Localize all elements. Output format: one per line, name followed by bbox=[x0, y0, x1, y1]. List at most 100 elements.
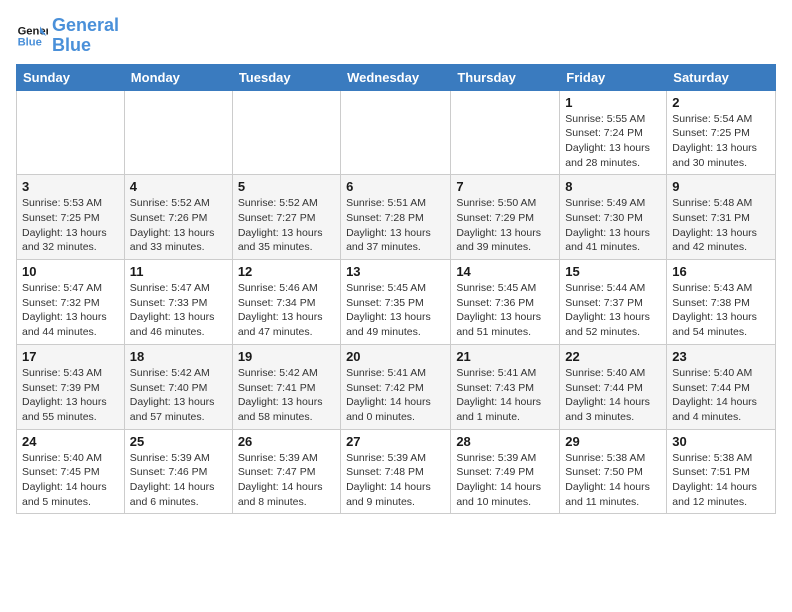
day-info: Sunrise: 5:43 AM Sunset: 7:39 PM Dayligh… bbox=[22, 366, 119, 425]
calendar-cell: 15 Sunrise: 5:44 AM Sunset: 7:37 PM Dayli… bbox=[560, 260, 667, 345]
day-info: Sunrise: 5:42 AM Sunset: 7:40 PM Dayligh… bbox=[130, 366, 227, 425]
day-info: Sunrise: 5:40 AM Sunset: 7:44 PM Dayligh… bbox=[672, 366, 770, 425]
day-number: 30 bbox=[672, 434, 770, 449]
day-number: 9 bbox=[672, 179, 770, 194]
day-number: 26 bbox=[238, 434, 335, 449]
day-info: Sunrise: 5:40 AM Sunset: 7:45 PM Dayligh… bbox=[22, 451, 119, 510]
svg-text:General: General bbox=[18, 25, 48, 37]
day-number: 7 bbox=[456, 179, 554, 194]
day-number: 6 bbox=[346, 179, 445, 194]
day-number: 28 bbox=[456, 434, 554, 449]
day-number: 27 bbox=[346, 434, 445, 449]
day-number: 21 bbox=[456, 349, 554, 364]
day-number: 4 bbox=[130, 179, 227, 194]
day-info: Sunrise: 5:39 AM Sunset: 7:48 PM Dayligh… bbox=[346, 451, 445, 510]
day-number: 12 bbox=[238, 264, 335, 279]
day-number: 11 bbox=[130, 264, 227, 279]
day-number: 20 bbox=[346, 349, 445, 364]
week-row-3: 10 Sunrise: 5:47 AM Sunset: 7:32 PM Dayli… bbox=[17, 260, 776, 345]
day-info: Sunrise: 5:39 AM Sunset: 7:49 PM Dayligh… bbox=[456, 451, 554, 510]
svg-text:Blue: Blue bbox=[18, 36, 42, 48]
day-info: Sunrise: 5:41 AM Sunset: 7:42 PM Dayligh… bbox=[346, 366, 445, 425]
calendar-cell: 24 Sunrise: 5:40 AM Sunset: 7:45 PM Dayli… bbox=[17, 429, 125, 514]
day-info: Sunrise: 5:39 AM Sunset: 7:46 PM Dayligh… bbox=[130, 451, 227, 510]
day-info: Sunrise: 5:53 AM Sunset: 7:25 PM Dayligh… bbox=[22, 196, 119, 255]
calendar-cell: 3Sunrise: 5:53 AM Sunset: 7:25 PM Daylig… bbox=[17, 175, 125, 260]
day-number: 15 bbox=[565, 264, 661, 279]
calendar-cell: 16 Sunrise: 5:43 AM Sunset: 7:38 PM Dayli… bbox=[667, 260, 776, 345]
logo-text: GeneralBlue bbox=[52, 16, 119, 56]
calendar-cell: 27 Sunrise: 5:39 AM Sunset: 7:48 PM Dayli… bbox=[341, 429, 451, 514]
day-info: Sunrise: 5:55 AM Sunset: 7:24 PM Dayligh… bbox=[565, 112, 661, 171]
calendar-cell: 11Sunrise: 5:47 AM Sunset: 7:33 PM Dayli… bbox=[124, 260, 232, 345]
day-info: Sunrise: 5:38 AM Sunset: 7:51 PM Dayligh… bbox=[672, 451, 770, 510]
weekday-header-sunday: Sunday bbox=[17, 64, 125, 90]
calendar-cell: 21 Sunrise: 5:41 AM Sunset: 7:43 PM Dayli… bbox=[451, 344, 560, 429]
weekday-header-monday: Monday bbox=[124, 64, 232, 90]
day-number: 2 bbox=[672, 95, 770, 110]
day-info: Sunrise: 5:48 AM Sunset: 7:31 PM Dayligh… bbox=[672, 196, 770, 255]
day-number: 22 bbox=[565, 349, 661, 364]
calendar-cell: 18 Sunrise: 5:42 AM Sunset: 7:40 PM Dayli… bbox=[124, 344, 232, 429]
calendar-cell: 17Sunrise: 5:43 AM Sunset: 7:39 PM Dayli… bbox=[17, 344, 125, 429]
day-number: 24 bbox=[22, 434, 119, 449]
calendar-cell: 7 Sunrise: 5:50 AM Sunset: 7:29 PM Daylig… bbox=[451, 175, 560, 260]
week-row-4: 17Sunrise: 5:43 AM Sunset: 7:39 PM Dayli… bbox=[17, 344, 776, 429]
calendar-cell: 9 Sunrise: 5:48 AM Sunset: 7:31 PM Daylig… bbox=[667, 175, 776, 260]
day-info: Sunrise: 5:45 AM Sunset: 7:36 PM Dayligh… bbox=[456, 281, 554, 340]
day-info: Sunrise: 5:52 AM Sunset: 7:26 PM Dayligh… bbox=[130, 196, 227, 255]
day-info: Sunrise: 5:43 AM Sunset: 7:38 PM Dayligh… bbox=[672, 281, 770, 340]
weekday-header-tuesday: Tuesday bbox=[232, 64, 340, 90]
day-info: Sunrise: 5:41 AM Sunset: 7:43 PM Dayligh… bbox=[456, 366, 554, 425]
calendar-cell: 1 Sunrise: 5:55 AM Sunset: 7:24 PM Daylig… bbox=[560, 90, 667, 175]
calendar-cell: 19Sunrise: 5:42 AM Sunset: 7:41 PM Dayli… bbox=[232, 344, 340, 429]
calendar-cell bbox=[17, 90, 125, 175]
day-number: 23 bbox=[672, 349, 770, 364]
calendar-cell: 6 Sunrise: 5:51 AM Sunset: 7:28 PM Daylig… bbox=[341, 175, 451, 260]
day-info: Sunrise: 5:42 AM Sunset: 7:41 PM Dayligh… bbox=[238, 366, 335, 425]
day-number: 13 bbox=[346, 264, 445, 279]
day-info: Sunrise: 5:44 AM Sunset: 7:37 PM Dayligh… bbox=[565, 281, 661, 340]
weekday-header-saturday: Saturday bbox=[667, 64, 776, 90]
calendar-cell: 30 Sunrise: 5:38 AM Sunset: 7:51 PM Dayli… bbox=[667, 429, 776, 514]
day-info: Sunrise: 5:45 AM Sunset: 7:35 PM Dayligh… bbox=[346, 281, 445, 340]
day-info: Sunrise: 5:52 AM Sunset: 7:27 PM Dayligh… bbox=[238, 196, 335, 255]
day-number: 8 bbox=[565, 179, 661, 194]
calendar-cell: 13 Sunrise: 5:45 AM Sunset: 7:35 PM Dayli… bbox=[341, 260, 451, 345]
calendar-cell: 26 Sunrise: 5:39 AM Sunset: 7:47 PM Dayli… bbox=[232, 429, 340, 514]
day-info: Sunrise: 5:54 AM Sunset: 7:25 PM Dayligh… bbox=[672, 112, 770, 171]
day-info: Sunrise: 5:47 AM Sunset: 7:32 PM Dayligh… bbox=[22, 281, 119, 340]
day-info: Sunrise: 5:38 AM Sunset: 7:50 PM Dayligh… bbox=[565, 451, 661, 510]
logo-icon: General Blue bbox=[16, 20, 48, 52]
day-info: Sunrise: 5:46 AM Sunset: 7:34 PM Dayligh… bbox=[238, 281, 335, 340]
day-info: Sunrise: 5:50 AM Sunset: 7:29 PM Dayligh… bbox=[456, 196, 554, 255]
day-number: 1 bbox=[565, 95, 661, 110]
day-number: 16 bbox=[672, 264, 770, 279]
day-number: 10 bbox=[22, 264, 119, 279]
day-number: 18 bbox=[130, 349, 227, 364]
calendar-cell: 22Sunrise: 5:40 AM Sunset: 7:44 PM Dayli… bbox=[560, 344, 667, 429]
calendar-cell bbox=[124, 90, 232, 175]
day-info: Sunrise: 5:49 AM Sunset: 7:30 PM Dayligh… bbox=[565, 196, 661, 255]
calendar-cell bbox=[341, 90, 451, 175]
calendar-cell: 2 Sunrise: 5:54 AM Sunset: 7:25 PM Daylig… bbox=[667, 90, 776, 175]
weekday-header-row: SundayMondayTuesdayWednesdayThursdayFrid… bbox=[17, 64, 776, 90]
weekday-header-wednesday: Wednesday bbox=[341, 64, 451, 90]
week-row-1: 1 Sunrise: 5:55 AM Sunset: 7:24 PM Daylig… bbox=[17, 90, 776, 175]
calendar-cell bbox=[232, 90, 340, 175]
calendar-cell: 8 Sunrise: 5:49 AM Sunset: 7:30 PM Daylig… bbox=[560, 175, 667, 260]
calendar-cell: 28 Sunrise: 5:39 AM Sunset: 7:49 PM Dayli… bbox=[451, 429, 560, 514]
day-number: 29 bbox=[565, 434, 661, 449]
day-info: Sunrise: 5:51 AM Sunset: 7:28 PM Dayligh… bbox=[346, 196, 445, 255]
week-row-5: 24 Sunrise: 5:40 AM Sunset: 7:45 PM Dayli… bbox=[17, 429, 776, 514]
calendar-cell: 29 Sunrise: 5:38 AM Sunset: 7:50 PM Dayli… bbox=[560, 429, 667, 514]
weekday-header-friday: Friday bbox=[560, 64, 667, 90]
calendar-cell: 23 Sunrise: 5:40 AM Sunset: 7:44 PM Dayli… bbox=[667, 344, 776, 429]
calendar-cell: 14Sunrise: 5:45 AM Sunset: 7:36 PM Dayli… bbox=[451, 260, 560, 345]
page-header: General Blue GeneralBlue bbox=[16, 16, 776, 56]
day-number: 25 bbox=[130, 434, 227, 449]
calendar-cell: 10 Sunrise: 5:47 AM Sunset: 7:32 PM Dayli… bbox=[17, 260, 125, 345]
day-number: 5 bbox=[238, 179, 335, 194]
day-info: Sunrise: 5:39 AM Sunset: 7:47 PM Dayligh… bbox=[238, 451, 335, 510]
calendar-cell: 12 Sunrise: 5:46 AM Sunset: 7:34 PM Dayli… bbox=[232, 260, 340, 345]
